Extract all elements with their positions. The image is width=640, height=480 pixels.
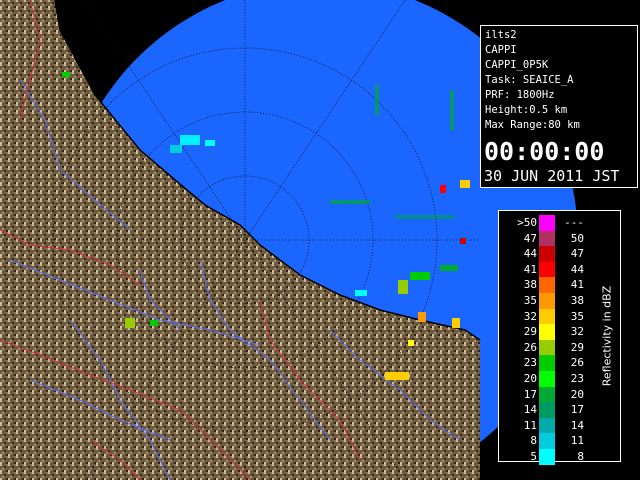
legend-swatch <box>539 246 555 262</box>
product-type: CAPPI <box>485 44 517 56</box>
scan-time: 00:00:00 <box>484 137 605 166</box>
legend-swatch <box>539 433 555 450</box>
legend-hi-value: 17 <box>570 403 584 417</box>
legend-swatch <box>539 339 555 356</box>
legend-swatch <box>539 293 555 309</box>
legend-lo-value: 38 <box>523 278 537 292</box>
station-name: ilts2 <box>485 29 517 41</box>
legend-hi-value: 26 <box>570 356 584 370</box>
legend-unit: Reflectivity in dBZ <box>593 211 621 461</box>
legend-swatch <box>539 355 555 372</box>
legend-hi-value: 35 <box>570 309 584 323</box>
legend-lo-value: 29 <box>523 325 537 339</box>
legend-swatch <box>539 386 555 403</box>
legend-lo-value: >50 <box>517 216 537 229</box>
legend-swatch <box>539 261 555 278</box>
legend-swatch <box>539 308 555 325</box>
scan-date: 30 JUN 2011 JST <box>484 167 620 185</box>
legend-hi-value: 8 <box>577 450 584 463</box>
legend-lo-value: 32 <box>523 309 537 323</box>
task-label: Task: SEAICE_A <box>485 74 574 86</box>
legend-swatch <box>539 277 555 294</box>
legend-hi-value: 20 <box>570 387 584 401</box>
legend-swatch <box>539 371 555 387</box>
legend-swatch <box>539 324 555 340</box>
reflectivity-legend: >50 --- 47 50 44 47 41 44 38 41 35 38 32 35 29 32 26 29 23… <box>498 210 621 465</box>
legend-hi-value: 14 <box>570 418 584 432</box>
legend-lo-value: 20 <box>523 372 537 385</box>
legend-hi-value: 50 <box>570 231 584 245</box>
legend-lo-value: 11 <box>523 418 537 432</box>
legend-hi-value: 32 <box>570 325 584 339</box>
legend-lo-value: 5 <box>530 450 537 463</box>
legend-lo-value: 23 <box>523 356 537 370</box>
product-name: CAPPI_0P5K <box>485 59 549 71</box>
legend-hi-value: 23 <box>570 372 584 385</box>
legend-hi-value: 29 <box>570 340 584 354</box>
legend-hi-value: 11 <box>570 434 584 448</box>
legend-lo-value: 26 <box>523 340 537 354</box>
legend-hi-value: --- <box>564 216 584 229</box>
legend-lo-value: 35 <box>523 294 537 307</box>
legend-lo-value: 14 <box>523 403 537 417</box>
legend-swatch <box>539 417 555 434</box>
legend-hi-value: 44 <box>570 262 584 276</box>
legend-swatch <box>539 402 555 418</box>
legend-lo-value: 47 <box>523 231 537 245</box>
legend-hi-value: 47 <box>570 247 584 261</box>
legend-swatch <box>539 230 555 247</box>
legend-lo-value: 8 <box>530 434 537 448</box>
legend-lo-value: 17 <box>523 387 537 401</box>
max-range-label: Max Range:80 km <box>485 119 580 131</box>
legend-hi-value: 38 <box>570 294 584 307</box>
radar-display: ilts2 CAPPI CAPPI_0P5K Task: SEAICE_A PR… <box>0 0 640 480</box>
info-panel: ilts2 CAPPI CAPPI_0P5K Task: SEAICE_A PR… <box>480 25 638 188</box>
legend-lo-value: 41 <box>523 262 537 276</box>
legend-hi-value: 41 <box>570 278 584 292</box>
legend-swatch <box>539 215 555 231</box>
legend-swatch <box>539 449 555 465</box>
legend-lo-value: 44 <box>523 247 537 261</box>
height-label: Height:0.5 km <box>485 104 568 116</box>
legend-unit-label: Reflectivity in dBZ <box>600 285 614 387</box>
prf-label: PRF: 1800Hz <box>485 89 555 101</box>
